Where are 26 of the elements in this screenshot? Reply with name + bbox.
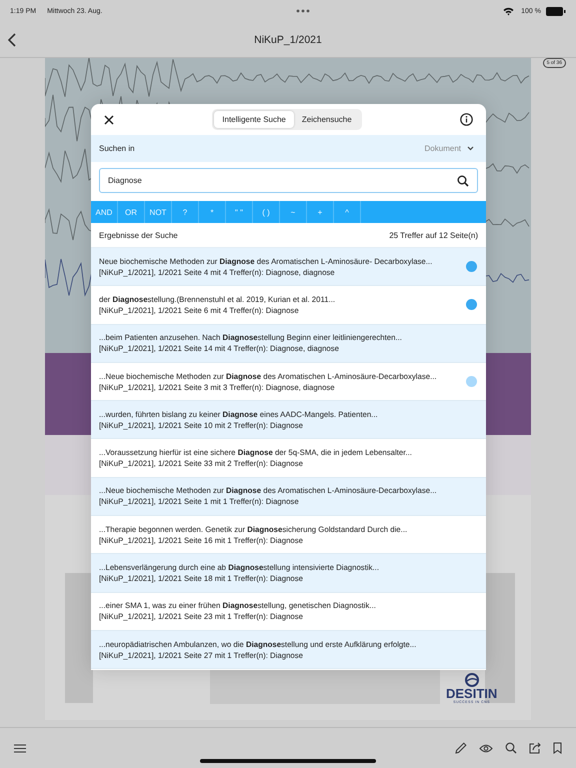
search-mode-tab[interactable]: Zeichensuche: [294, 111, 360, 128]
scope-label: Suchen in: [99, 144, 135, 153]
chevron-down-icon: [467, 146, 474, 151]
results-label: Ergebnisse der Suche: [99, 230, 178, 240]
eye-icon[interactable]: [479, 744, 493, 752]
document-title: NiKuP_1/2021: [253, 34, 323, 46]
search-query: Diagnose: [108, 176, 142, 185]
wifi-icon: [503, 6, 514, 16]
pencil-icon[interactable]: [455, 742, 467, 754]
more-dots-icon[interactable]: [296, 9, 310, 13]
search-icon: [457, 174, 469, 186]
logo-icon: [462, 673, 481, 687]
back-icon[interactable]: [8, 32, 16, 46]
close-icon[interactable]: [104, 114, 114, 124]
share-icon[interactable]: [529, 742, 541, 754]
menu-icon[interactable]: [14, 744, 26, 752]
search-icon[interactable]: [505, 742, 517, 754]
bookmark-icon[interactable]: [553, 742, 562, 754]
scope-row[interactable]: Suchen in Dokument: [91, 135, 486, 162]
battery-icon: [546, 6, 566, 16]
logo-text: DESITIN: [446, 687, 498, 700]
scope-value: Dokument: [424, 144, 461, 153]
results-count: 25 Treffer auf 12 Seite(n): [389, 230, 478, 240]
search-field[interactable]: Diagnose: [99, 168, 478, 193]
info-icon[interactable]: [460, 113, 473, 126]
search-mode-tab[interactable]: Intelligente Suche: [214, 111, 294, 128]
